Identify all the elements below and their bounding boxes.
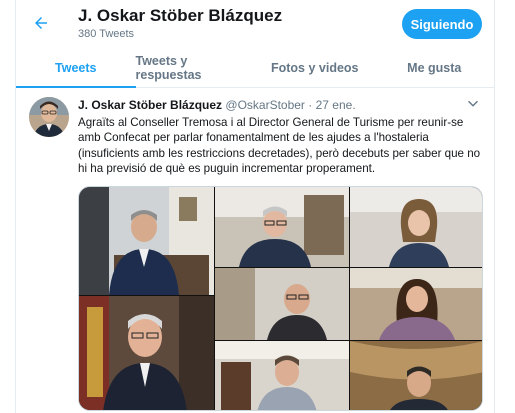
tweet-menu-button[interactable] [466,97,480,111]
participant-tile-2 [215,187,349,267]
tweet-photo[interactable] [78,186,483,411]
tweet-header: J. Oskar Stöber Blázquez @OskarStober · … [78,98,356,112]
tweet-separator: · [308,98,313,112]
participant-tile-8 [350,341,482,410]
tweet-date[interactable]: 27 ene. [316,98,356,112]
tweet[interactable]: J. Oskar Stöber Blázquez @OskarStober · … [16,89,494,413]
tweet-author-handle[interactable]: @OskarStober [225,98,305,112]
avatar[interactable] [29,97,69,137]
tab-tweets-and-replies[interactable]: Tweets y respuestas [136,48,256,87]
tab-likes[interactable]: Me gusta [375,48,495,87]
tweet-text: Agraïts al Conseller Tremosa i al Direct… [78,116,481,175]
participant-tile-5 [350,268,482,340]
avatar-image [29,97,69,137]
participant-tile-1 [79,187,214,295]
video-call-grid-image [79,187,482,410]
participant-tile-6 [79,296,214,410]
profile-tabs: Tweets Tweets y respuestas Fotos y video… [16,48,494,88]
profile-column: J. Oskar Stöber Blázquez 380 Tweets Sigu… [15,0,495,413]
tab-photos-and-videos[interactable]: Fotos y videos [255,48,375,87]
participant-tile-3 [350,187,482,267]
tweet-author-name[interactable]: J. Oskar Stöber Blázquez [78,98,222,112]
following-button[interactable]: Siguiendo [402,9,482,39]
chevron-down-icon [468,100,478,107]
participant-tile-4 [215,268,349,340]
back-button[interactable] [30,12,52,34]
profile-name: J. Oskar Stöber Blázquez [78,6,283,25]
arrow-left-icon [35,17,47,29]
participant-tile-7 [215,341,349,410]
profile-header: J. Oskar Stöber Blázquez 380 Tweets Sigu… [16,0,494,46]
tab-tweets[interactable]: Tweets [16,48,136,88]
tweet-count: 380 Tweets [78,28,135,40]
